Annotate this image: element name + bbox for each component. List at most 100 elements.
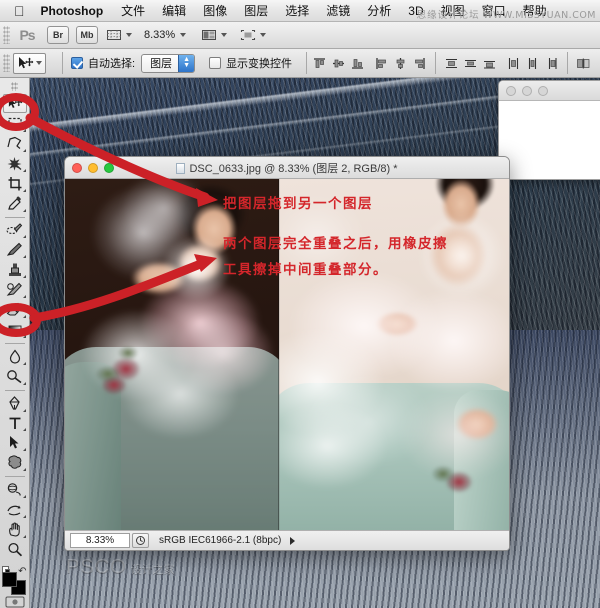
canvas-area[interactable] [65,179,509,530]
foreground-color-swatch[interactable] [1,571,17,587]
auto-select-scope-dropdown[interactable]: 图层 ▲ ▼ [141,53,196,73]
quick-mask-toggle[interactable] [4,596,26,608]
align-bottom-edges-icon[interactable] [349,55,366,72]
background-window-body [499,101,600,179]
background-window[interactable] [498,80,600,180]
menu-item-file[interactable]: 文件 [121,2,145,19]
minimize-button[interactable] [522,85,532,96]
tool-custom-shape-tool[interactable] [3,453,27,472]
menu-item-image[interactable]: 图像 [203,2,227,19]
tool-blur-tool[interactable] [3,347,27,366]
tool-spot-healing-brush-tool[interactable] [3,220,27,239]
align-left-edges-icon[interactable] [373,55,390,72]
distribute-bottom-edges-icon[interactable] [481,55,498,72]
color-profile-text: sRGB IEC61966-2.1 (8bpc) [159,535,282,546]
align-right-edges-icon[interactable] [411,55,428,72]
color-swatches[interactable]: ↶ [1,565,28,595]
auto-select-checkbox[interactable] [71,57,83,69]
tool-quick-selection-tool[interactable] [3,154,27,173]
tool-preset-chevron-down-icon[interactable] [36,61,42,65]
view-extras-menu[interactable] [105,27,132,43]
divider [306,52,308,74]
screen-mode-menu[interactable] [239,27,267,43]
watermark-bottom: PSCO 设计之家 [66,556,175,579]
tools-panel-grip[interactable] [11,82,18,91]
tool-eraser-tool[interactable] [3,300,27,319]
watermark-top: 思缘设计论坛 WWW.MISSYUAN.COM [417,7,596,21]
application-bar[interactable]: Ps Br Mb 8.33% [0,22,600,49]
document-file-icon [176,162,186,174]
show-transform-controls-checkbox[interactable] [209,57,222,69]
zoom-field[interactable]: 8.33% [70,533,130,548]
menu-item-select[interactable]: 选择 [285,2,309,19]
menu-item-edit[interactable]: 编辑 [162,2,186,19]
tool-path-selection-tool[interactable] [3,433,27,452]
chevron-down-icon[interactable] [126,33,132,37]
arrange-documents-menu[interactable] [200,27,228,43]
distribute-left-edges-icon[interactable] [505,55,522,72]
appbar-grip[interactable] [3,26,10,44]
optionsbar-grip[interactable] [3,54,10,72]
document-window[interactable]: DSC_0633.jpg @ 8.33% (图层 2, RGB/8) * 8.3… [64,156,510,551]
appbar-zoom-value: 8.33% [144,29,176,41]
tool-rectangular-marquee-tool[interactable] [3,114,27,133]
watermark-top-cn: 思缘设计论坛 [416,10,480,21]
close-button[interactable] [506,85,516,96]
launch-mini-bridge-button[interactable]: Mb [76,26,98,44]
tool-eyedropper-tool[interactable] [3,194,27,213]
app-name-menu[interactable]: Photoshop [41,4,104,18]
menu-item-analysis[interactable]: 分析 [367,2,391,19]
tool-dodge-tool[interactable] [3,367,27,386]
apple-icon[interactable]:  [14,4,25,18]
tool-options-bar[interactable]: 自动选择: 图层 ▲ ▼ 显示变换控件 [0,49,600,78]
tool-move-tool[interactable] [2,93,27,113]
auto-align-layers-icon[interactable] [575,55,592,72]
distribute-vertical-centers-icon[interactable] [462,55,479,72]
document-title-wrapper: DSC_0633.jpg @ 8.33% (图层 2, RGB/8) * [65,160,509,176]
distribute-buttons-group[interactable] [443,55,560,72]
launch-bridge-button[interactable]: Br [47,26,69,44]
tool-pen-tool[interactable] [3,394,27,413]
move-tool-icon [19,56,34,68]
photo-layer-right[interactable] [279,179,509,530]
arrange-documents-icon [200,27,218,43]
chevron-down-icon[interactable] [260,33,267,37]
zoom-chevron-down-icon[interactable] [180,33,187,37]
align-vertical-centers-icon[interactable] [330,55,347,72]
distribute-top-edges-icon[interactable] [443,55,460,72]
document-statusbar[interactable]: 8.33% sRGB IEC61966-2.1 (8bpc) [65,530,509,550]
menu-item-layer[interactable]: 图层 [244,2,268,19]
tool-3d-camera-rotate-tool[interactable] [3,500,27,519]
tool-history-brush-tool[interactable] [3,280,27,299]
document-title: DSC_0633.jpg @ 8.33% (图层 2, RGB/8) * [189,162,398,175]
tool-crop-tool[interactable] [3,174,27,193]
photoshop-screenshot: PSCO 设计之家 DSC_0633.jpg @ 8.33% (图层 2, RGB… [0,0,600,608]
active-tool-preset-picker[interactable] [13,52,46,74]
zoom-button[interactable] [538,85,548,96]
preview-document-icon[interactable] [132,533,149,548]
status-menu-arrow-icon[interactable] [290,536,296,545]
tool-horizontal-type-tool[interactable] [3,414,27,433]
menu-item-filter[interactable]: 滤镜 [326,2,350,19]
photo-layer-left[interactable] [65,179,279,530]
align-horizontal-centers-icon[interactable] [392,55,409,72]
swap-colors-icon[interactable]: ↶ [18,566,26,577]
tool-clone-stamp-tool[interactable] [3,260,27,279]
distribute-right-edges-icon[interactable] [543,55,560,72]
tool-brush-tool[interactable] [3,240,27,259]
screen-mode-icon [239,27,257,43]
distribute-horizontal-centers-icon[interactable] [524,55,541,72]
background-window-titlebar[interactable] [499,81,600,101]
chevron-down-icon[interactable] [221,33,228,37]
tool-hand-tool[interactable] [3,520,27,539]
tool-3d-object-rotate-tool[interactable] [3,480,27,499]
align-buttons-group[interactable] [311,55,428,72]
tools-panel[interactable]: ↶ [0,78,30,608]
view-extras-icon [105,27,123,43]
document-titlebar[interactable]: DSC_0633.jpg @ 8.33% (图层 2, RGB/8) * [65,157,509,179]
align-top-edges-icon[interactable] [311,55,328,72]
photoshop-logo-icon: Ps [19,27,35,43]
tool-zoom-tool[interactable] [3,540,27,559]
tool-gradient-tool[interactable] [3,320,27,339]
tool-lasso-tool[interactable] [3,134,27,153]
